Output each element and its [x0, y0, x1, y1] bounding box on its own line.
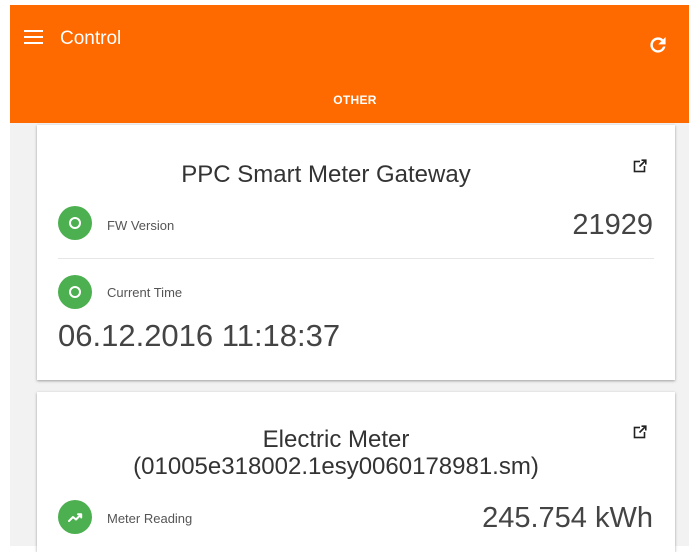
open-external-icon[interactable]: [633, 159, 647, 173]
divider: [58, 258, 654, 259]
fw-version-value: 21929: [572, 209, 653, 241]
card-title: PPC Smart Meter Gateway: [181, 161, 471, 188]
current-time-value: 06.12.2016 11:18:37: [58, 318, 341, 353]
menu-icon[interactable]: [24, 29, 44, 47]
meter-reading-label: Meter Reading: [107, 511, 193, 526]
electric-meter-card: Electric Meter (01005e318002.1esy0060178…: [37, 392, 675, 552]
tab-indicator: [10, 121, 689, 123]
circle-status-icon: [58, 275, 92, 309]
fw-version-label: FW Version: [107, 218, 175, 233]
trending-up-icon: [58, 500, 92, 534]
app-screen: Control OTHER PPC Smart Meter Gateway FW…: [0, 0, 689, 552]
gateway-card: PPC Smart Meter Gateway FW Version 21929…: [37, 125, 675, 380]
meter-reading-value: 245.754 kWh: [482, 502, 653, 534]
open-external-icon[interactable]: [633, 425, 647, 439]
app-bar: Control OTHER: [10, 5, 689, 123]
tab-other[interactable]: OTHER: [310, 88, 400, 112]
page-title: Control: [60, 28, 122, 49]
refresh-icon[interactable]: [647, 34, 669, 56]
card-title: Electric Meter: [262, 426, 410, 453]
circle-status-icon: [58, 206, 92, 240]
current-time-label: Current Time: [107, 285, 183, 300]
card-subtitle: (01005e318002.1esy0060178981.sm): [133, 453, 539, 480]
